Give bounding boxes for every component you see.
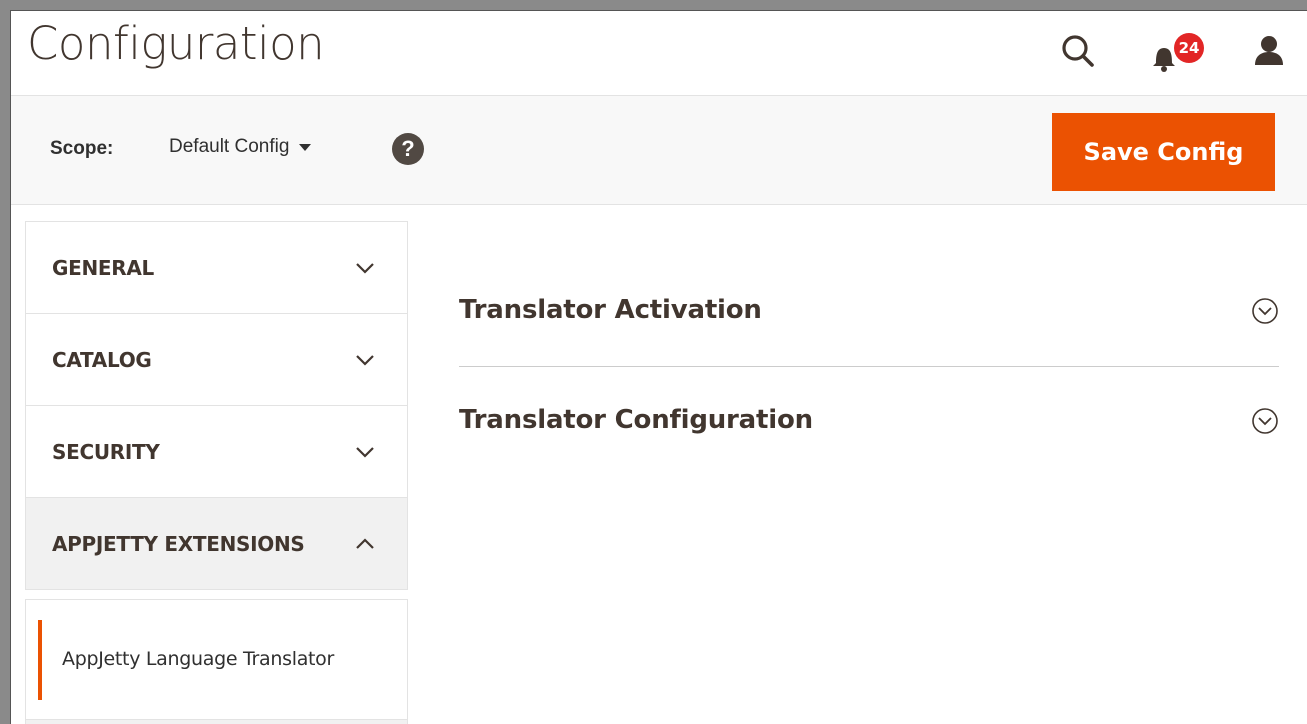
sidebar-subitems: AppJetty Language Translator: [25, 599, 408, 719]
chevron-down-icon: [356, 355, 374, 366]
save-config-button[interactable]: Save Config: [1052, 113, 1275, 191]
scope-switcher[interactable]: Default Config: [169, 136, 312, 158]
section-title: Translator Activation: [459, 295, 762, 325]
section-translator-activation[interactable]: Translator Activation: [459, 261, 1279, 367]
config-main: Translator Activation Translator Configu…: [459, 261, 1289, 561]
sidebar-item-label: APPJETTY EXTENSIONS: [52, 532, 305, 556]
section-translator-configuration[interactable]: Translator Configuration: [459, 367, 1279, 473]
page-title: Configuration: [27, 17, 325, 70]
chevron-down-circle-icon: [1252, 298, 1278, 324]
help-icon[interactable]: ?: [392, 133, 424, 165]
chevron-up-icon: [356, 538, 374, 549]
scope-value: Default Config: [169, 136, 290, 157]
user-icon[interactable]: [1249, 31, 1289, 71]
caret-down-icon: [299, 143, 312, 151]
sidebar-item-appjetty-extensions[interactable]: APPJETTY EXTENSIONS: [25, 497, 408, 590]
sidebar-subitem-appjetty-language-translator[interactable]: AppJetty Language Translator: [38, 620, 409, 700]
sidebar-item-label: CATALOG: [52, 348, 152, 372]
sidebar-item-general[interactable]: GENERAL: [25, 221, 408, 314]
chevron-down-circle-icon: [1252, 408, 1278, 434]
chevron-down-icon: [356, 263, 374, 274]
notification-count-badge: 24: [1174, 33, 1204, 63]
sidebar-item-catalog[interactable]: CATALOG: [25, 313, 408, 406]
sidebar-item-label: GENERAL: [52, 256, 155, 280]
page-header: Configuration 24: [11, 11, 1307, 95]
search-icon[interactable]: [1058, 31, 1098, 71]
scope-bar: Scope: Default Config ? Save Config: [11, 95, 1307, 205]
screenshot-frame: Configuration 24 Scope: Default Config ?…: [0, 0, 1307, 724]
sidebar-item-security[interactable]: SECURITY: [25, 405, 408, 498]
section-title: Translator Configuration: [459, 405, 813, 435]
admin-page: Configuration 24 Scope: Default Config ?…: [10, 10, 1307, 724]
config-sidebar: GENERAL CATALOG SECURITY APPJETTY EXTENS…: [25, 221, 409, 724]
chevron-down-icon: [356, 447, 374, 458]
scope-label: Scope:: [50, 138, 114, 159]
sidebar-divider: [25, 719, 408, 724]
notifications-button[interactable]: 24: [1149, 31, 1204, 75]
sidebar-subitem-label: AppJetty Language Translator: [62, 648, 335, 670]
sidebar-item-label: SECURITY: [52, 440, 160, 464]
